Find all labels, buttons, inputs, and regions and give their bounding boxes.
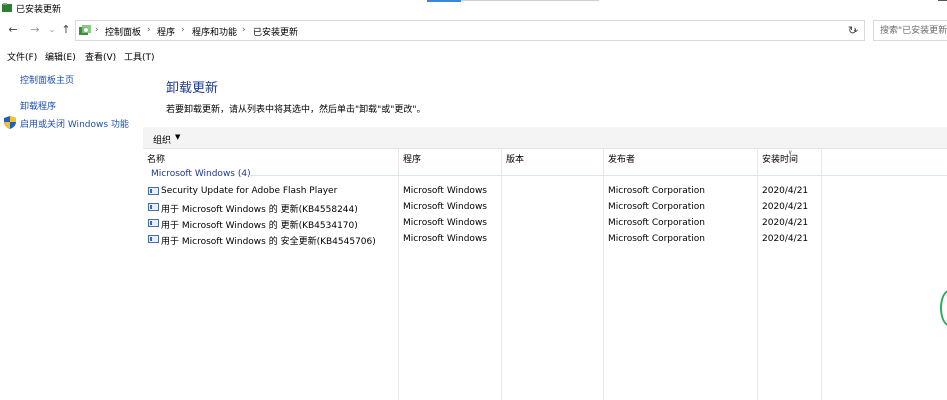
menu-bar: 文件(F) 编辑(E) 查看(V) 工具(T) (0, 48, 947, 63)
cell-publisher: Microsoft Corporation (608, 218, 705, 228)
column-header-publisher[interactable]: 发布者 (608, 152, 635, 165)
menu-edit[interactable]: 编辑(E) (45, 50, 76, 63)
update-icon (148, 235, 159, 243)
cell-name: 用于 Microsoft Windows 的 更新(KB4534170) (161, 221, 358, 231)
cell-program: Microsoft Windows (403, 202, 487, 212)
shield-icon (4, 116, 16, 129)
sort-indicator-icon: ∨ (788, 149, 793, 156)
breadcrumb-installed-updates[interactable]: 已安装更新 (253, 25, 298, 38)
address-bar[interactable]: › 控制面板 › 程序 › 程序和功能 › 已安装更新 ⌄ (75, 20, 865, 41)
cell-installed-on: 2020/4/21 (762, 186, 809, 196)
command-toolbar: 组织 ▼ (143, 127, 947, 149)
instruction-text: 若要卸载更新，请从列表中将其选中，然后单击"卸载"或"更改"。 (166, 105, 426, 115)
sidebar-link-windows-features[interactable]: 启用或关闭 Windows 功能 (20, 117, 129, 130)
chevron-down-icon[interactable]: ⌄ (45, 23, 59, 37)
table-row[interactable]: 用于 Microsoft Windows 的 更新(KB4558244) Mic… (145, 199, 945, 215)
column-header-version[interactable]: 版本 (506, 152, 524, 165)
cell-publisher: Microsoft Corporation (608, 186, 705, 196)
cell-program: Microsoft Windows (403, 218, 487, 228)
column-header-installed-on[interactable]: 安装时间 (762, 152, 798, 165)
breadcrumb-separator: › (147, 25, 151, 35)
table-row[interactable]: 用于 Microsoft Windows 的 安全更新(KB4545706) M… (145, 231, 945, 247)
refresh-icon[interactable]: ↻ (841, 20, 865, 41)
organize-dropdown-icon[interactable]: ▼ (175, 133, 180, 141)
group-divider (249, 175, 947, 176)
group-header[interactable]: Microsoft Windows (4) (151, 169, 251, 179)
menu-view[interactable]: 查看(V) (85, 50, 116, 63)
breadcrumb-programs-and-features[interactable]: 程序和功能 (192, 25, 237, 38)
tab-accent-line (427, 0, 461, 2)
window-title: 已安装更新 (16, 5, 62, 15)
cell-name: Security Update for Adobe Flash Player (161, 186, 338, 196)
menu-tools[interactable]: 工具(T) (124, 50, 155, 63)
cell-installed-on: 2020/4/21 (762, 218, 809, 228)
table-row[interactable]: 用于 Microsoft Windows 的 更新(KB4534170) Mic… (145, 215, 945, 231)
up-arrow-icon[interactable]: ↑ (59, 23, 73, 37)
menu-file[interactable]: 文件(F) (7, 50, 37, 63)
sidebar-link-uninstall-program[interactable]: 卸载程序 (20, 99, 56, 112)
cell-installed-on: 2020/4/21 (762, 202, 809, 212)
organize-button[interactable]: 组织 (153, 133, 171, 146)
breadcrumb-separator: › (181, 25, 185, 35)
breadcrumb-separator: › (242, 25, 246, 35)
update-icon (148, 187, 159, 195)
title-divider (461, 0, 599, 1)
sidebar-link-control-panel-home[interactable]: 控制面板主页 (20, 73, 74, 86)
navigation-bar: ← → ⌄ ↑ › 控制面板 › 程序 › 程序和功能 › 已安装更新 ⌄ ↻ (0, 18, 947, 44)
back-arrow-icon[interactable]: ← (6, 23, 20, 37)
search-input[interactable] (874, 21, 947, 40)
update-icon (148, 203, 159, 211)
cell-name: 用于 Microsoft Windows 的 更新(KB4558244) (161, 205, 358, 215)
table-row[interactable]: Security Update for Adobe Flash Player M… (145, 183, 945, 199)
control-panel-icon (79, 25, 91, 35)
cell-program: Microsoft Windows (403, 186, 487, 196)
search-box[interactable] (873, 20, 947, 41)
column-header-program[interactable]: 程序 (403, 152, 421, 165)
column-header-name[interactable]: 名称 (147, 152, 165, 165)
cell-installed-on: 2020/4/21 (762, 234, 809, 244)
breadcrumb-separator: › (95, 25, 99, 35)
cell-publisher: Microsoft Corporation (608, 234, 705, 244)
update-icon (148, 219, 159, 227)
title-bar: 已安装更新 (0, 0, 947, 16)
cell-program: Microsoft Windows (403, 234, 487, 244)
installed-updates-app-icon (2, 3, 12, 12)
page-title: 卸载更新 (166, 81, 219, 96)
minimize-icon[interactable] (938, 0, 947, 1)
overlay-circle-icon (940, 290, 947, 326)
cell-publisher: Microsoft Corporation (608, 202, 705, 212)
forward-arrow-icon[interactable]: → (28, 23, 42, 37)
breadcrumb-programs[interactable]: 程序 (157, 25, 175, 38)
cell-name: 用于 Microsoft Windows 的 安全更新(KB4545706) (161, 237, 376, 247)
breadcrumb-control-panel[interactable]: 控制面板 (105, 25, 141, 38)
